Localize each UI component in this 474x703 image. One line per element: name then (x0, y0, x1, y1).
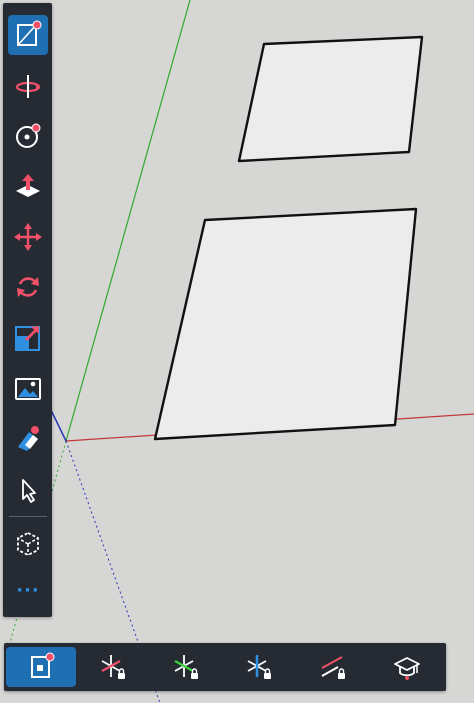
rectangle-on-face-icon (31, 652, 55, 678)
lock-blue-axis-button[interactable] (224, 647, 294, 687)
lock-red-axis-button[interactable] (78, 647, 148, 687)
push-pull-tool-button[interactable] (8, 166, 48, 206)
axis-lock-blue-icon (247, 655, 271, 679)
select-tool-button[interactable] (8, 470, 48, 510)
scale-tool-button[interactable] (8, 318, 48, 358)
orbit-icon (15, 75, 41, 98)
rectangle-tool-icon (17, 20, 42, 46)
axis-lock-green-icon (174, 655, 198, 679)
paint-bucket-tool-button[interactable] (8, 419, 48, 459)
components-tool-button[interactable] (8, 524, 48, 564)
lock-green-axis-button[interactable] (151, 647, 221, 687)
bottom-toolbar (4, 643, 446, 691)
circle-tool-button[interactable] (8, 116, 48, 156)
draw-on-face-button[interactable] (6, 647, 76, 687)
lock-line-button[interactable] (298, 647, 368, 687)
select-arrow-icon (22, 479, 36, 503)
learn-button[interactable] (372, 647, 442, 687)
graduation-cap-icon (394, 657, 420, 680)
component-cube-icon (17, 531, 39, 557)
paint-bucket-icon (18, 426, 39, 451)
rotate-tool-button[interactable] (8, 267, 48, 307)
circle-tool-icon (16, 123, 41, 148)
rotate-icon (17, 277, 39, 297)
left-toolbar: ··· (3, 3, 52, 617)
top-rectangle-face[interactable] (237, 35, 424, 163)
more-tools-button[interactable]: ··· (8, 581, 48, 607)
orbit-tool-button[interactable] (8, 66, 48, 106)
toolbar-divider (9, 516, 47, 517)
image-tool-button[interactable] (8, 369, 48, 409)
push-pull-icon (16, 174, 40, 197)
move-icon (14, 223, 42, 251)
image-icon (15, 378, 41, 400)
line-lock-icon (321, 656, 345, 679)
axis-lock-red-icon (101, 655, 125, 679)
scale-icon (15, 326, 40, 351)
rectangle-tool-button[interactable] (8, 15, 48, 55)
modeling-viewport[interactable] (0, 0, 474, 703)
move-tool-button[interactable] (8, 217, 48, 257)
